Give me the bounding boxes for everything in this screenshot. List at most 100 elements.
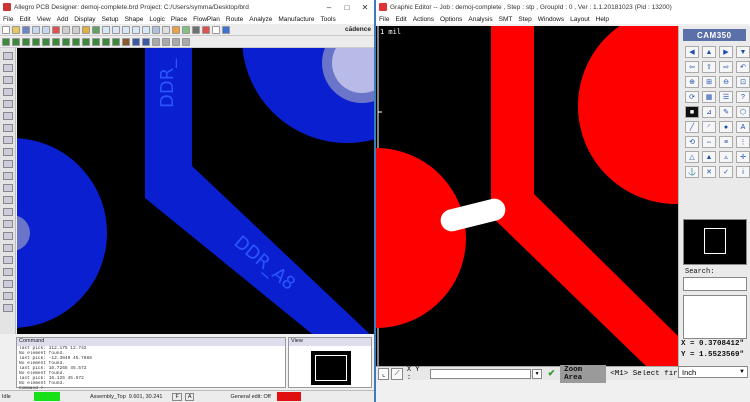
pin-icon[interactable] — [82, 25, 90, 34]
vtool-lock-icon[interactable] — [3, 304, 13, 312]
menu-setup[interactable]: Setup — [102, 16, 119, 23]
vtool-circle-icon[interactable] — [3, 172, 13, 180]
layer-silk-icon[interactable] — [62, 37, 70, 46]
menu-smt[interactable]: SMT — [499, 16, 513, 23]
zoom-all-icon[interactable]: ⊡ — [736, 76, 750, 88]
snap-icon[interactable]: ⌞ — [378, 367, 390, 380]
color-icon[interactable] — [172, 25, 180, 34]
vtool-glossing-icon[interactable] — [3, 220, 13, 228]
save-icon[interactable] — [22, 25, 30, 34]
line-icon[interactable]: ╱ — [685, 121, 699, 133]
undo-icon[interactable]: ↶ — [736, 61, 750, 73]
redo-icon[interactable] — [72, 25, 80, 34]
arrow-left-icon[interactable]: ◀ — [685, 46, 699, 58]
new-icon[interactable] — [2, 25, 10, 34]
drc-icon[interactable] — [202, 25, 210, 34]
menu-file[interactable]: File — [3, 16, 13, 23]
vtool-text-icon[interactable] — [3, 184, 13, 192]
menu-actions[interactable]: Actions — [413, 16, 434, 23]
arrow-right-icon[interactable]: ▶ — [719, 46, 733, 58]
status-a-key[interactable]: A — [184, 392, 195, 401]
cam350-canvas[interactable]: 1 mil — [376, 26, 678, 366]
menu-display[interactable]: Display — [74, 16, 95, 23]
flash-icon[interactable]: ● — [719, 121, 733, 133]
vtool-copy-icon[interactable] — [3, 76, 13, 84]
measure-icon[interactable]: ⊿ — [702, 106, 716, 118]
vtool-move-icon[interactable] — [3, 64, 13, 72]
pan-left-icon[interactable]: ⇦ — [685, 61, 699, 73]
select-icon[interactable]: ■ — [685, 106, 699, 118]
xy-input[interactable] — [429, 368, 532, 379]
add-connect-icon[interactable] — [132, 37, 140, 46]
grid-icon[interactable] — [162, 25, 170, 34]
redraw-icon[interactable]: ⟳ — [685, 91, 699, 103]
confirm-check-icon[interactable]: ✔ — [546, 368, 557, 380]
zoom-in-icon[interactable] — [102, 25, 110, 34]
mirror-icon[interactable]: ⇔ — [702, 136, 716, 148]
check-icon[interactable]: ✓ — [719, 166, 733, 178]
layer-etch-icon[interactable] — [2, 37, 10, 46]
pan-up-icon[interactable]: ⇧ — [702, 61, 716, 73]
allegro-canvas[interactable]: DDR_ DDR_A8 — [17, 48, 374, 334]
delete-icon[interactable] — [52, 25, 60, 34]
minimize-icon[interactable]: – — [320, 3, 338, 12]
pan-right-icon[interactable]: ⇨ — [719, 61, 733, 73]
polygon-icon[interactable]: ⬡ — [736, 106, 750, 118]
vtool-drc-icon[interactable] — [3, 280, 13, 288]
vtool-property-icon[interactable] — [3, 268, 13, 276]
query-icon[interactable]: ? — [736, 91, 750, 103]
slide-icon[interactable] — [142, 37, 150, 46]
cross-icon[interactable]: ✛ — [736, 151, 750, 163]
menu-options[interactable]: Options — [440, 16, 462, 23]
chevron-down-icon[interactable]: ▼ — [532, 368, 542, 379]
menu-place[interactable]: Place — [171, 16, 187, 23]
tag-icon[interactable]: ✎ — [719, 106, 733, 118]
triangle-icon[interactable]: △ — [685, 151, 699, 163]
place-comp-icon[interactable] — [122, 37, 130, 46]
align-icon[interactable]: ≡ — [719, 136, 733, 148]
menu-route[interactable]: Route — [226, 16, 243, 23]
arc-icon[interactable]: ◜ — [702, 121, 716, 133]
text-icon[interactable] — [172, 37, 180, 46]
menu-analyze[interactable]: Analyze — [249, 16, 272, 23]
zoom-window-icon[interactable]: ⊞ — [702, 76, 716, 88]
search-input[interactable] — [683, 277, 747, 291]
vtool-void-icon[interactable] — [3, 256, 13, 264]
vtool-fix-icon[interactable] — [3, 112, 13, 120]
vtool-rotate-icon[interactable] — [3, 100, 13, 108]
vtool-rect-icon[interactable] — [3, 160, 13, 168]
layer-mix-icon[interactable] — [52, 37, 60, 46]
status-f-key[interactable]: F — [172, 392, 182, 401]
minimap-viewport[interactable] — [704, 228, 726, 254]
zoom-out-icon[interactable]: ⊖ — [719, 76, 733, 88]
vtool-unfix-icon[interactable] — [3, 124, 13, 132]
measure-icon[interactable] — [182, 37, 190, 46]
ortho-icon[interactable]: ⟋ — [391, 367, 403, 380]
3d-icon[interactable] — [152, 25, 160, 34]
cancel-icon[interactable]: ✕ — [702, 166, 716, 178]
report-icon[interactable] — [212, 25, 220, 34]
distribute-icon[interactable]: ⋮ — [736, 136, 750, 148]
shape-icon[interactable] — [162, 37, 170, 46]
layer-board-icon[interactable] — [112, 37, 120, 46]
text-icon[interactable]: A — [736, 121, 750, 133]
maximize-icon[interactable]: □ — [338, 3, 356, 12]
menu-shape[interactable]: Shape — [125, 16, 144, 23]
open-icon[interactable] — [12, 25, 20, 34]
vtool-line-icon[interactable] — [3, 136, 13, 144]
menu-file[interactable]: File — [379, 16, 389, 23]
menu-manufacture[interactable]: Manufacture — [278, 16, 314, 23]
shadow-icon[interactable] — [192, 25, 200, 34]
world-view-minimap[interactable] — [311, 351, 351, 385]
menu-step[interactable]: Step — [518, 16, 531, 23]
arrow-up-icon[interactable]: ▲ — [702, 46, 716, 58]
layers-icon[interactable]: ☰ — [719, 91, 733, 103]
layer-drill-icon[interactable] — [92, 37, 100, 46]
menu-tools[interactable]: Tools — [321, 16, 336, 23]
vtool-fanout-icon[interactable] — [3, 232, 13, 240]
layer-assy-icon[interactable] — [102, 37, 110, 46]
vtool-arc-icon[interactable] — [3, 148, 13, 156]
unit-select[interactable]: Inch ▼ — [678, 366, 748, 378]
layer-pwr-icon[interactable] — [42, 37, 50, 46]
refresh-icon[interactable] — [142, 25, 150, 34]
